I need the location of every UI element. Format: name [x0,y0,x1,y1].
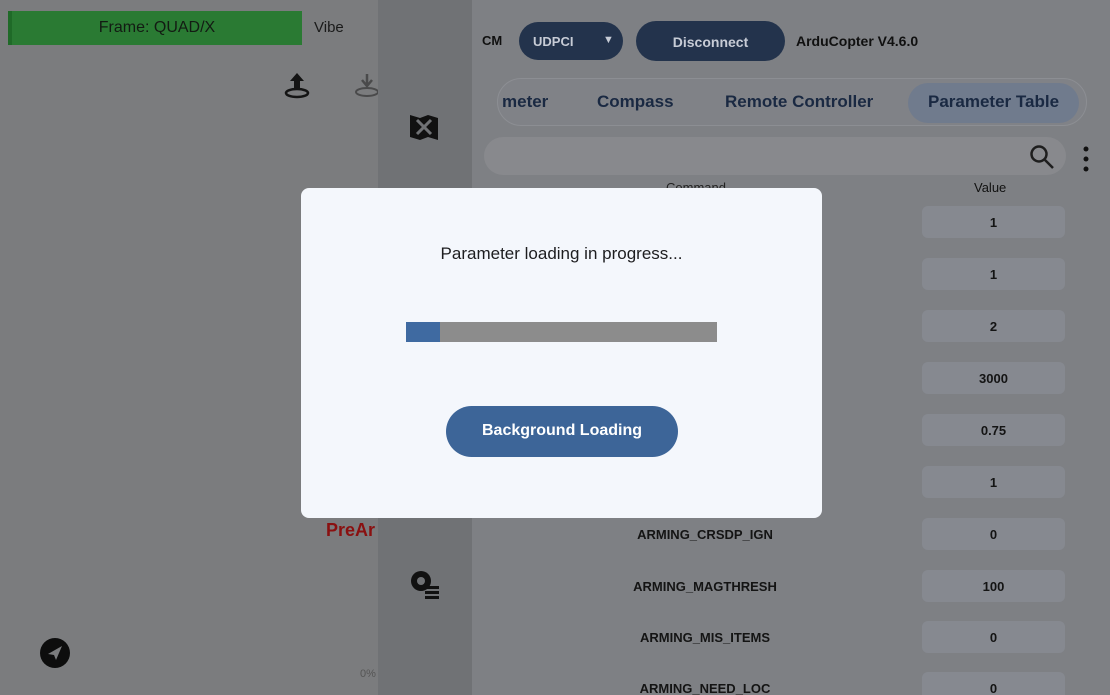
param-value[interactable]: 3000 [922,362,1065,394]
tab-remote-controller[interactable]: Remote Controller [725,92,873,112]
map-icon[interactable] [407,110,441,144]
disconnect-button[interactable]: Disconnect [636,21,785,61]
settings-icon[interactable] [407,566,441,600]
loading-progress-bar [406,322,717,342]
connection-type-value: UDPCI [533,34,574,49]
param-value[interactable]: 0 [922,672,1065,695]
param-value[interactable]: 100 [922,570,1065,602]
param-name: ARMING_MIS_ITEMS [639,630,770,645]
frame-badge: Frame: QUAD/X [8,11,302,45]
tab-bar: meter Compass Remote Controller Paramete… [497,78,1087,126]
param-name: ARMING_MAGTHRESH [633,579,777,594]
tab-compass[interactable]: Compass [597,92,674,112]
send-icon[interactable] [39,637,71,669]
tab-meter[interactable]: meter [502,92,548,112]
search-input[interactable] [484,137,1066,175]
param-value[interactable]: 1 [922,466,1065,498]
loading-dialog: Parameter loading in progress... Backgro… [301,188,822,518]
more-vertical-icon[interactable] [1078,144,1094,174]
column-header-value: Value [974,180,1007,195]
percent-label: 0% [360,668,376,680]
download-icon[interactable] [355,70,379,100]
param-value[interactable]: 2 [922,310,1065,342]
param-value[interactable]: 0 [922,518,1065,550]
connection-type-select[interactable]: UDPCI ▼ [519,22,623,60]
tab-parameter-table[interactable]: Parameter Table [908,83,1080,123]
param-value[interactable]: 1 [922,206,1065,238]
param-value[interactable]: 0 [922,621,1065,653]
prearm-status: PreAr [326,520,376,540]
cm-label: CM [482,33,503,48]
search-icon[interactable] [1029,144,1055,170]
param-value[interactable]: 1 [922,258,1065,290]
param-value[interactable]: 0.75 [922,414,1065,446]
upload-icon[interactable] [283,70,311,100]
dialog-title: Parameter loading in progress... [440,244,683,263]
chevron-down-icon: ▼ [603,34,614,46]
param-name: ARMING_CRSDP_IGN [637,527,773,542]
progress-fill [406,322,441,342]
background-loading-button[interactable]: Background Loading [446,406,678,457]
param-name: ARMING_NEED_LOC [639,681,771,695]
firmware-version: ArduCopter V4.6.0 [796,33,919,49]
vibe-label[interactable]: Vibe [314,19,344,36]
